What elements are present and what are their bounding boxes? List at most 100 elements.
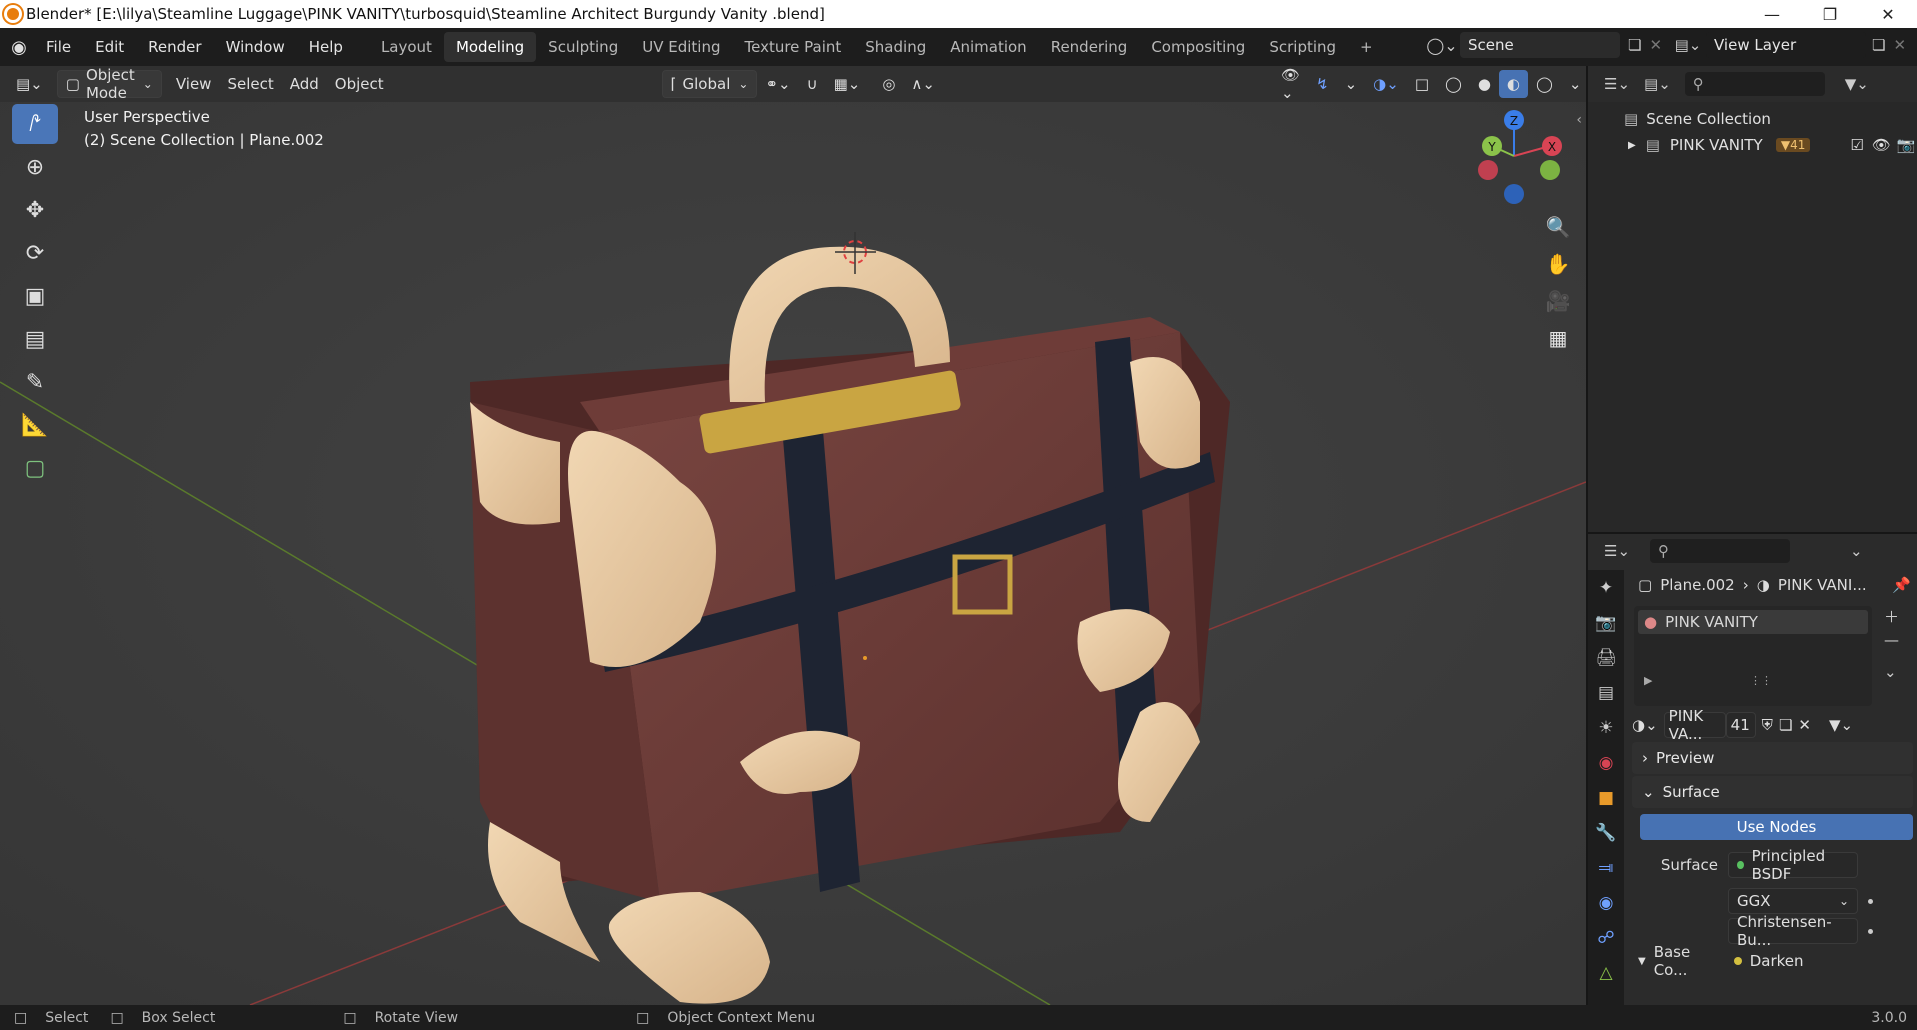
annotate-tool-icon[interactable]: ✎ [12,362,58,402]
menu-add[interactable]: Add [282,70,327,98]
add-workspace-button[interactable]: + [1348,32,1385,62]
tab-shading[interactable]: Shading [853,32,938,62]
proportional-edit-icon[interactable]: ◎ [874,70,903,98]
view-layer-field[interactable]: View Layer [1706,32,1866,58]
base-color-field[interactable]: Darken [1726,948,1856,974]
view-layer-tab-icon[interactable]: ▤ [1588,675,1624,710]
outliner-search-input[interactable]: ⚲ [1684,72,1825,96]
move-tool-icon[interactable]: ✥ [12,190,58,230]
delete-scene-icon[interactable]: ✕ [1649,36,1662,54]
navigation-gizmo[interactable]: Z X Y [1466,104,1562,208]
preview-section-header[interactable]: › Preview [1632,742,1913,774]
distribution-dropdown[interactable]: GGX ⌄ [1728,888,1858,914]
expand-arrow-icon[interactable]: ▶ [1628,140,1636,151]
editor-type-button[interactable]: ▤⌄ [8,70,51,98]
material-preview-shading-icon[interactable]: ◐ [1498,70,1529,98]
overlay-toggle-icon[interactable]: ◑⌄ [1365,70,1407,98]
rendered-shading-icon[interactable]: ◯ [1528,70,1561,98]
add-cube-tool-icon[interactable]: ▢ [12,448,58,488]
expand-arrow-icon[interactable]: ▼ [1638,956,1646,967]
fake-user-shield-icon[interactable]: ⛨ [1762,716,1773,734]
measure-tool-icon[interactable]: 📐 [12,405,58,445]
gizmo-toggle-icon[interactable]: ↯ [1308,70,1337,98]
menu-window[interactable]: Window [214,38,297,56]
material-browse-icon[interactable]: ◑⌄ [1632,716,1658,734]
scene-name-field[interactable]: Scene [1460,32,1620,58]
tool-tab-icon[interactable]: ✦ [1588,570,1624,605]
render-tab-icon[interactable]: 📷 [1588,605,1624,640]
scene-tab-icon[interactable]: ☀ [1588,710,1624,745]
pin-icon[interactable]: 📌 [1892,576,1911,594]
gizmo-neg-z-axis[interactable] [1504,184,1524,204]
material-slot-list[interactable]: ● PINK VANITY ▶ ⋮⋮ [1634,606,1872,706]
outliner-row-scene-collection[interactable]: ▤ Scene Collection [1588,106,1917,132]
menu-view[interactable]: View [168,70,220,98]
pivot-point-icon[interactable]: ⚭⌄ [757,70,798,98]
pan-hand-icon[interactable]: ✋ [1542,247,1574,281]
subsurface-method-dropdown[interactable]: Christensen-Bu... [1728,913,1858,949]
tab-scripting[interactable]: Scripting [1257,32,1348,62]
xray-toggle-icon[interactable]: □ [1407,70,1437,98]
close-icon[interactable]: ✕ [1859,0,1917,28]
remove-slot-button[interactable]: — [1884,631,1899,649]
display-mode-icon[interactable]: ▤⌄ [1644,75,1671,93]
menu-object[interactable]: Object [327,70,392,98]
gizmo-neg-x-axis[interactable] [1478,160,1498,180]
render-camera-icon[interactable]: 📷 [1897,136,1916,154]
tab-layout[interactable]: Layout [369,32,444,62]
snap-toggle-icon[interactable]: ∪ [799,70,826,98]
data-tab-icon[interactable]: △ [1588,955,1624,990]
menu-edit[interactable]: Edit [83,38,136,56]
tab-compositing[interactable]: Compositing [1139,32,1257,62]
tab-modeling[interactable]: Modeling [443,32,537,62]
gizmo-menu-icon[interactable]: ⌄ [1337,70,1366,98]
tab-animation[interactable]: Animation [938,32,1038,62]
particles-tab-icon[interactable]: ⫥ [1588,850,1624,885]
properties-search-input[interactable]: ⚲ [1650,539,1791,563]
surface-shader-field[interactable]: Principled BSDF [1728,847,1858,883]
snap-target-icon[interactable]: ▦⌄ [826,70,869,98]
use-nodes-button[interactable]: Use Nodes [1640,814,1913,840]
collapse-sidebar-icon[interactable]: ‹ [1576,112,1582,128]
new-scene-icon[interactable]: ❏ [1628,36,1641,54]
tab-uv-editing[interactable]: UV Editing [630,32,732,62]
filter-icon[interactable]: ▼⌄ [1845,75,1869,93]
select-box-tool-icon[interactable]: ⭚ [12,104,58,144]
add-slot-button[interactable]: ＋ [1884,606,1899,627]
surface-section-header[interactable]: ⌄ Surface [1632,776,1913,808]
mode-selector[interactable]: ▢ Object Mode ⌄ [56,66,162,102]
unlink-material-icon[interactable]: ✕ [1798,716,1811,734]
outliner-editor-type-icon[interactable]: ☰⌄ [1604,75,1630,93]
scene-icon[interactable]: ◯⌄ [1424,36,1460,55]
tab-rendering[interactable]: Rendering [1039,32,1140,62]
physics-tab-icon[interactable]: ◉ [1588,885,1624,920]
rotate-tool-icon[interactable]: ⟳ [12,233,58,273]
resize-handle-icon[interactable]: ⋮⋮ [1750,674,1772,687]
menu-file[interactable]: File [34,38,83,56]
gizmo-neg-y-axis[interactable] [1540,160,1560,180]
falloff-icon[interactable]: ∧⌄ [903,70,943,98]
new-view-layer-icon[interactable]: ❏ [1872,36,1885,54]
menu-help[interactable]: Help [297,38,355,56]
output-tab-icon[interactable]: 🖨 [1588,640,1624,675]
transform-tool-icon[interactable]: ▤ [12,319,58,359]
menu-select[interactable]: Select [219,70,281,98]
constraints-tab-icon[interactable]: ☍ [1588,920,1624,955]
material-filter-icon[interactable]: ▼⌄ [1829,716,1853,734]
duplicate-material-icon[interactable]: ❏ [1779,716,1792,734]
zoom-icon[interactable]: 🔍 [1542,210,1574,244]
menu-render[interactable]: Render [136,38,213,56]
camera-view-icon[interactable]: 🎥 [1542,284,1574,318]
wireframe-shading-icon[interactable]: ◯ [1437,70,1470,98]
minimize-icon[interactable]: — [1743,0,1801,28]
visibility-icon[interactable]: 👁⌄ [1273,66,1308,102]
options-chevron-icon[interactable]: ⌄ [1850,542,1863,560]
expand-list-icon[interactable]: ▶ [1644,674,1652,687]
material-name-field[interactable]: PINK VA... [1663,707,1726,743]
transform-orientation-selector[interactable]: ⌈ Global ⌄ [661,70,758,98]
modifier-tab-icon[interactable]: 🔧 [1588,815,1624,850]
view-layer-icon[interactable]: ▤⌄ [1670,36,1706,54]
delete-view-layer-icon[interactable]: ✕ [1893,36,1906,54]
properties-editor-type-icon[interactable]: ☰⌄ [1604,542,1630,560]
world-tab-icon[interactable]: ◉ [1588,745,1624,780]
